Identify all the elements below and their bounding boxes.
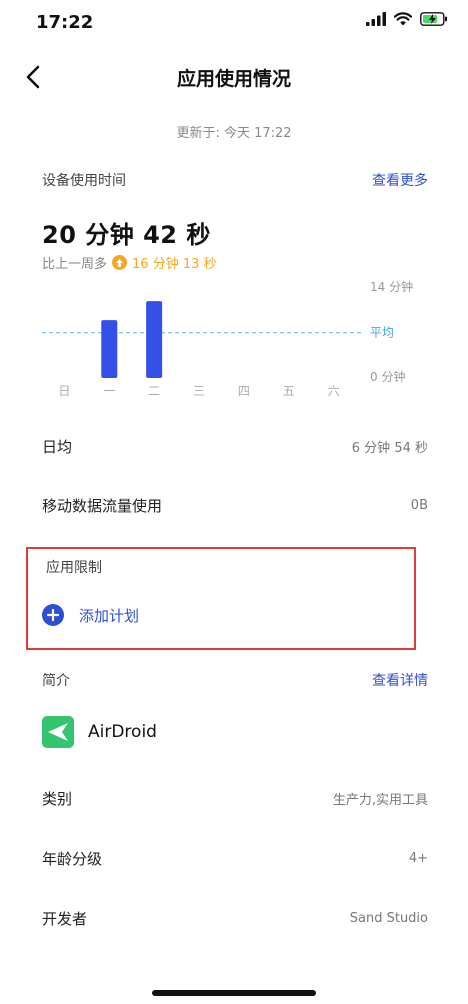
app-info: AirDroid <box>42 716 157 748</box>
mobile-data-label: 移动数据流量使用 <box>42 496 163 515</box>
usage-bar-chart: 14 分钟 0 分钟 平均日 一 二 三 四 五 六 <box>42 279 413 398</box>
developer-label: 开发者 <box>42 909 88 928</box>
developer-row: 开发者 Sand Studio <box>42 906 428 930</box>
y-tick-label-min: 0 分钟 <box>370 369 405 384</box>
category-value: 生产力,实用工具 <box>332 792 428 808</box>
x-tick-label-6: 六 <box>328 384 340 398</box>
x-tick-label-4: 四 <box>238 384 250 398</box>
arrow-up-icon <box>112 255 128 270</box>
mobile-data-value: 0B <box>410 497 428 513</box>
view-details-link[interactable]: 查看详情 <box>372 670 428 690</box>
status-bar: 17:22 <box>0 0 468 46</box>
view-more-link[interactable]: 查看更多 <box>372 170 428 190</box>
daily-average-label: 日均 <box>42 437 73 456</box>
category-row: 类别 生产力,实用工具 <box>42 786 428 810</box>
y-tick-label-max: 14 分钟 <box>370 279 413 294</box>
total-usage-time: 20 分钟 42 秒 <box>42 221 211 249</box>
home-indicator <box>152 990 316 996</box>
age-rating-label: 年龄分级 <box>42 849 103 868</box>
age-rating-value: 4+ <box>408 850 428 866</box>
battery-charging-icon <box>420 12 447 26</box>
category-label: 类别 <box>42 789 73 808</box>
developer-value: Sand Studio <box>349 910 428 926</box>
age-rating-row: 年龄分级 4+ <box>42 846 428 870</box>
bar-1 <box>101 320 118 378</box>
intro-label: 简介 <box>42 673 70 689</box>
status-time: 17:22 <box>36 12 94 33</box>
cellular-signal-icon <box>366 12 386 26</box>
app-limit-label: 应用限制 <box>46 560 102 576</box>
wifi-icon <box>394 12 412 26</box>
updated-timestamp: 更新于: 今天 17:22 <box>176 126 292 141</box>
status-icons <box>366 12 448 26</box>
airdroid-icon <box>42 716 74 748</box>
average-label: 平均 <box>370 326 394 340</box>
add-plan-button[interactable]: 添加计划 <box>42 604 139 626</box>
daily-average-row: 日均 6 分钟 54 秒 <box>42 434 428 458</box>
device-usage-label: 设备使用时间 <box>42 173 126 189</box>
app-name: AirDroid <box>88 722 157 742</box>
x-tick-label-5: 五 <box>283 384 295 398</box>
x-tick-label-3: 三 <box>193 384 205 398</box>
bar-2 <box>146 301 163 378</box>
page-title: 应用使用情况 <box>176 68 291 90</box>
mobile-data-row: 移动数据流量使用 0B <box>42 493 428 517</box>
plus-circle-icon <box>42 604 64 626</box>
navigation-bar: 应用使用情况 <box>0 50 468 102</box>
add-plan-label: 添加计划 <box>79 606 140 625</box>
x-tick-label-2: 二 <box>148 384 160 398</box>
x-tick-label-1: 一 <box>103 384 115 398</box>
daily-average-value: 6 分钟 54 秒 <box>351 440 428 456</box>
x-tick-label-0: 日 <box>58 384 70 398</box>
